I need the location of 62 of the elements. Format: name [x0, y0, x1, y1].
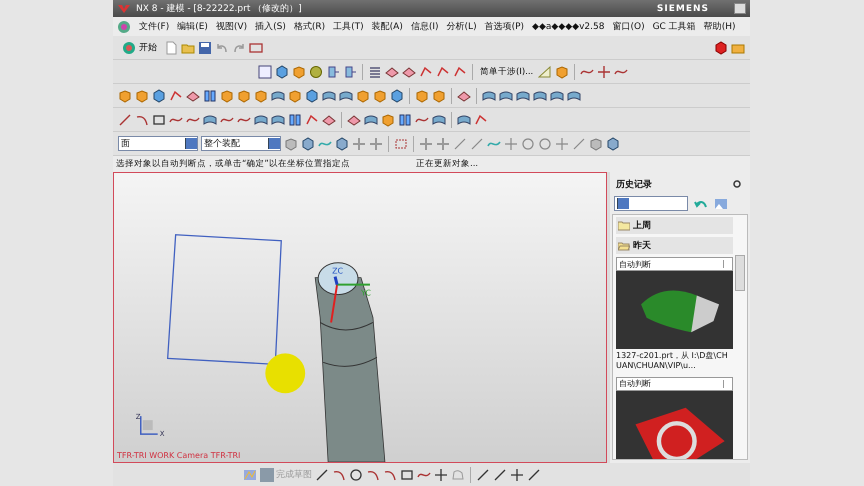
rect-icon[interactable] — [152, 112, 166, 126]
line-icon[interactable] — [118, 112, 132, 126]
folder-icon — [618, 220, 630, 230]
rectangle-icon[interactable] — [249, 40, 263, 54]
interference-button[interactable]: 简单干涉(I)... — [478, 66, 536, 78]
app-icon[interactable] — [117, 20, 131, 34]
history-group[interactable]: 昨天 — [616, 237, 733, 254]
menu-item[interactable]: 首选项(P) — [484, 20, 524, 33]
save-icon[interactable] — [198, 40, 212, 54]
menu-item[interactable]: 工具(T) — [333, 20, 364, 33]
menu-item[interactable]: 文件(F) — [139, 20, 170, 33]
menu-item[interactable]: 视图(V) — [216, 20, 248, 33]
window-title: NX 8 - 建模 - [8-22222.prt （修改的）] — [136, 2, 303, 15]
plus-icon[interactable] — [510, 468, 524, 482]
menu-item[interactable]: GC 工具箱 — [652, 20, 696, 33]
line-icon[interactable] — [527, 468, 541, 482]
minimize-button[interactable] — [734, 3, 746, 14]
menu-item[interactable]: 编辑(E) — [177, 20, 208, 33]
menu-item[interactable]: ◆◆a◆◆◆◆v2.58 — [532, 22, 604, 32]
history-group[interactable]: 上周 — [616, 217, 733, 234]
menu-item[interactable]: 装配(A) — [372, 20, 403, 33]
line-icon[interactable] — [476, 468, 490, 482]
file-caption: 1327-c201.prt，从 I:\D盘\CHUAN\CHUAN\VIP\u... — [616, 350, 729, 372]
circle-icon[interactable] — [349, 468, 363, 482]
scope-dropdown[interactable]: 整个装配 — [201, 136, 281, 151]
layers-icon[interactable] — [368, 64, 382, 78]
menu-item[interactable]: 信息(I) — [410, 20, 439, 33]
mode-dropdown[interactable]: 自动判断 — [616, 376, 733, 391]
menu-item[interactable]: 插入(S) — [255, 20, 286, 33]
menu-item[interactable]: 帮助(H) — [704, 20, 736, 33]
mode-dropdown[interactable]: 自动判断 — [616, 257, 733, 271]
snap-point-highlight — [265, 353, 306, 394]
scrollbar[interactable] — [735, 255, 745, 291]
panel-title: 历史记录 — [616, 178, 652, 190]
part-thumbnail[interactable] — [616, 271, 733, 349]
ruler-icon[interactable] — [538, 64, 552, 78]
rect-icon[interactable] — [400, 468, 414, 482]
history-filter-dropdown[interactable] — [614, 196, 688, 211]
menu-item[interactable]: 格式(R) — [294, 20, 326, 33]
wcs-axes-drawing — [330, 276, 370, 323]
folder-icon — [618, 240, 630, 250]
line-icon[interactable] — [315, 468, 329, 482]
frame-icon[interactable] — [258, 64, 272, 78]
view-triad-drawing — [140, 416, 158, 435]
axis-label: ZC — [332, 266, 344, 276]
prompt-text: 选择对象以自动判断点，或单击“确定”以在坐标位置指定点 — [116, 158, 351, 170]
axis-label: YC — [361, 288, 371, 298]
menu-item[interactable]: 分析(L) — [446, 20, 477, 33]
part-thumbnail[interactable] — [616, 390, 733, 459]
filter-dropdown[interactable]: 面 — [118, 136, 198, 151]
rect-icon[interactable] — [394, 136, 408, 150]
menu-item[interactable]: 窗口(O) — [612, 20, 645, 33]
plus-icon[interactable] — [597, 64, 612, 78]
line-icon[interactable] — [493, 468, 507, 482]
start-button[interactable]: 开始 — [118, 40, 161, 54]
document-icon[interactable] — [164, 40, 178, 54]
globe-icon — [122, 40, 136, 54]
sphere-icon[interactable] — [309, 64, 323, 78]
status-text: 正在更新对象... — [416, 158, 478, 170]
view-label: TFR-TRI WORK Camera TFR-TRI — [117, 451, 240, 460]
plus-icon[interactable] — [434, 468, 448, 482]
brand-label: SIEMENS — [656, 4, 709, 14]
